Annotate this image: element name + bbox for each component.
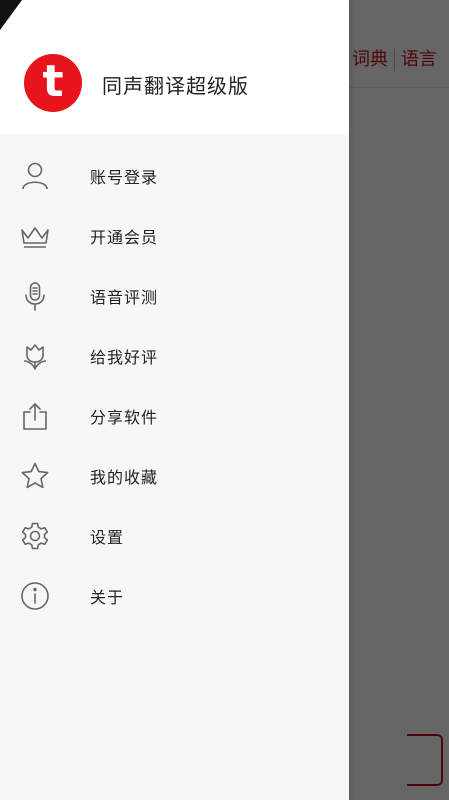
menu-item-label: 关于	[90, 588, 125, 607]
menu-item-label: 设置	[90, 528, 125, 547]
user-icon	[18, 159, 52, 193]
menu-item-label: 给我好评	[90, 348, 159, 367]
crown-icon	[18, 219, 52, 253]
menu-item-about[interactable]: 关于	[0, 566, 349, 626]
menu-item-label: 开通会员	[90, 228, 159, 247]
navigation-drawer: t 同声翻译超级版 账号登录 开通会员 语音评测 给我好评 分享软件 我的收藏 …	[0, 0, 349, 800]
menu-item-vip[interactable]: 开通会员	[0, 206, 349, 266]
menu-item-favorites[interactable]: 我的收藏	[0, 446, 349, 506]
flower-icon	[18, 339, 52, 373]
menu-item-label: 分享软件	[90, 408, 159, 427]
menu-item-rate-us[interactable]: 给我好评	[0, 326, 349, 386]
gear-icon	[18, 519, 52, 553]
app-title: 同声翻译超级版	[102, 74, 249, 98]
menu-item-login[interactable]: 账号登录	[0, 146, 349, 206]
menu-item-voice-evaluation[interactable]: 语音评测	[0, 266, 349, 326]
app-logo: t	[24, 54, 82, 112]
info-icon	[18, 579, 52, 613]
menu-item-label: 语音评测	[90, 288, 159, 307]
status-corner-shade	[0, 0, 22, 30]
menu-item-label: 我的收藏	[90, 468, 159, 487]
menu-item-share[interactable]: 分享软件	[0, 386, 349, 446]
menu-item-label: 账号登录	[90, 168, 159, 187]
microphone-icon	[18, 279, 52, 313]
menu-item-settings[interactable]: 设置	[0, 506, 349, 566]
drawer-header: t 同声翻译超级版	[0, 0, 349, 134]
drawer-menu: 账号登录 开通会员 语音评测 给我好评 分享软件 我的收藏 设置 关于	[0, 146, 349, 626]
share-icon	[18, 399, 52, 433]
star-icon	[18, 459, 52, 493]
